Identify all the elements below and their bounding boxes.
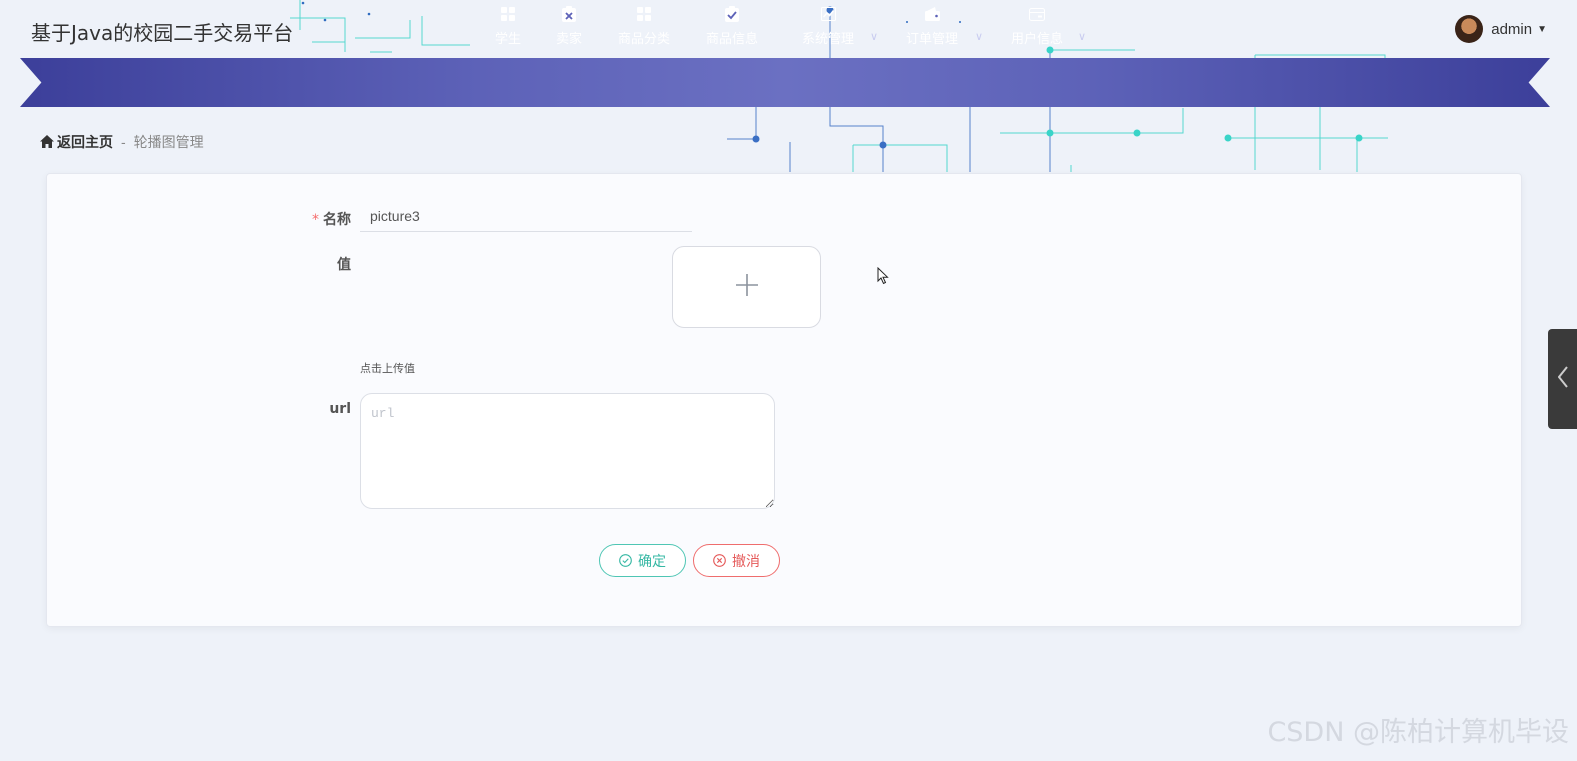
top-header: 基于Java的校园二手交易平台 admin ▼ xyxy=(0,0,1577,58)
nav-label: 用户信息 xyxy=(1011,32,1064,47)
chevron-down-icon[interactable]: ∨ xyxy=(1078,30,1086,43)
chart-icon xyxy=(820,6,836,22)
mouse-cursor-icon xyxy=(877,266,889,290)
close-circle-icon xyxy=(713,554,726,567)
nav-item-product-category[interactable]: 商品分类 xyxy=(618,6,670,47)
nav-item-product-info[interactable]: 商品信息 xyxy=(706,6,758,47)
username[interactable]: admin xyxy=(1491,21,1532,38)
nav-label: 订单管理 xyxy=(906,32,959,47)
site-title: 基于Java的校园二手交易平台 xyxy=(31,21,294,45)
cancel-button[interactable]: 撤消 xyxy=(693,544,780,577)
upload-tip: 点击上传值 xyxy=(360,362,415,375)
breadcrumb-home-link[interactable]: 返回主页 xyxy=(57,132,113,152)
user-menu[interactable]: admin ▼ xyxy=(1455,15,1547,43)
chevron-down-icon[interactable]: ∨ xyxy=(870,30,878,43)
nav-label: 系统管理 xyxy=(802,32,855,47)
breadcrumb: 返回主页 - 轮播图管理 xyxy=(40,132,204,152)
side-collapse-tab[interactable] xyxy=(1548,329,1577,429)
home-icon[interactable] xyxy=(40,135,54,149)
cancel-label: 撤消 xyxy=(732,553,760,570)
name-label: * 名称 xyxy=(312,212,351,228)
required-mark: * xyxy=(312,212,319,228)
nav-item-order-management[interactable]: 订单管理 xyxy=(906,6,958,47)
name-input[interactable] xyxy=(360,200,692,232)
watermark: CSDN @陈柏计算机毕设 xyxy=(1267,717,1569,748)
url-label: url xyxy=(329,401,351,417)
chevron-down-icon[interactable]: ∨ xyxy=(975,30,983,43)
nav-item-sellers[interactable]: 卖家 xyxy=(556,6,582,47)
wallet-icon xyxy=(924,6,940,22)
nav-label: 商品分类 xyxy=(618,32,671,47)
breadcrumb-current: 轮播图管理 xyxy=(133,135,204,151)
nav-label: 商品信息 xyxy=(706,32,759,47)
grid-icon xyxy=(500,6,516,22)
plus-icon xyxy=(735,273,759,302)
nav-item-user-info[interactable]: 用户信息 xyxy=(1011,6,1063,47)
grid-icon xyxy=(636,6,652,22)
nav-item-system-management[interactable]: 系统管理 xyxy=(802,6,854,47)
clipboard-check-icon xyxy=(724,6,740,22)
breadcrumb-separator: - xyxy=(121,134,126,150)
avatar[interactable] xyxy=(1455,15,1484,43)
chevron-left-icon xyxy=(1557,365,1568,393)
card-icon xyxy=(1029,6,1045,22)
confirm-label: 确定 xyxy=(638,553,666,570)
form-panel: *名称 值 点击上传值 url 确定 撤消 xyxy=(46,173,1522,627)
nav-label: 学生 xyxy=(495,32,522,47)
url-textarea[interactable] xyxy=(360,393,775,509)
clipboard-x-icon xyxy=(561,6,577,22)
nav-label: 卖家 xyxy=(556,32,583,47)
main-navbar xyxy=(20,58,1550,107)
nav-item-students[interactable]: 学生 xyxy=(495,6,521,47)
value-label: 值 xyxy=(337,257,351,273)
confirm-button[interactable]: 确定 xyxy=(599,544,686,577)
check-circle-icon xyxy=(619,554,632,567)
caret-down-icon[interactable]: ▼ xyxy=(1537,24,1547,35)
image-upload-box[interactable] xyxy=(672,246,821,328)
